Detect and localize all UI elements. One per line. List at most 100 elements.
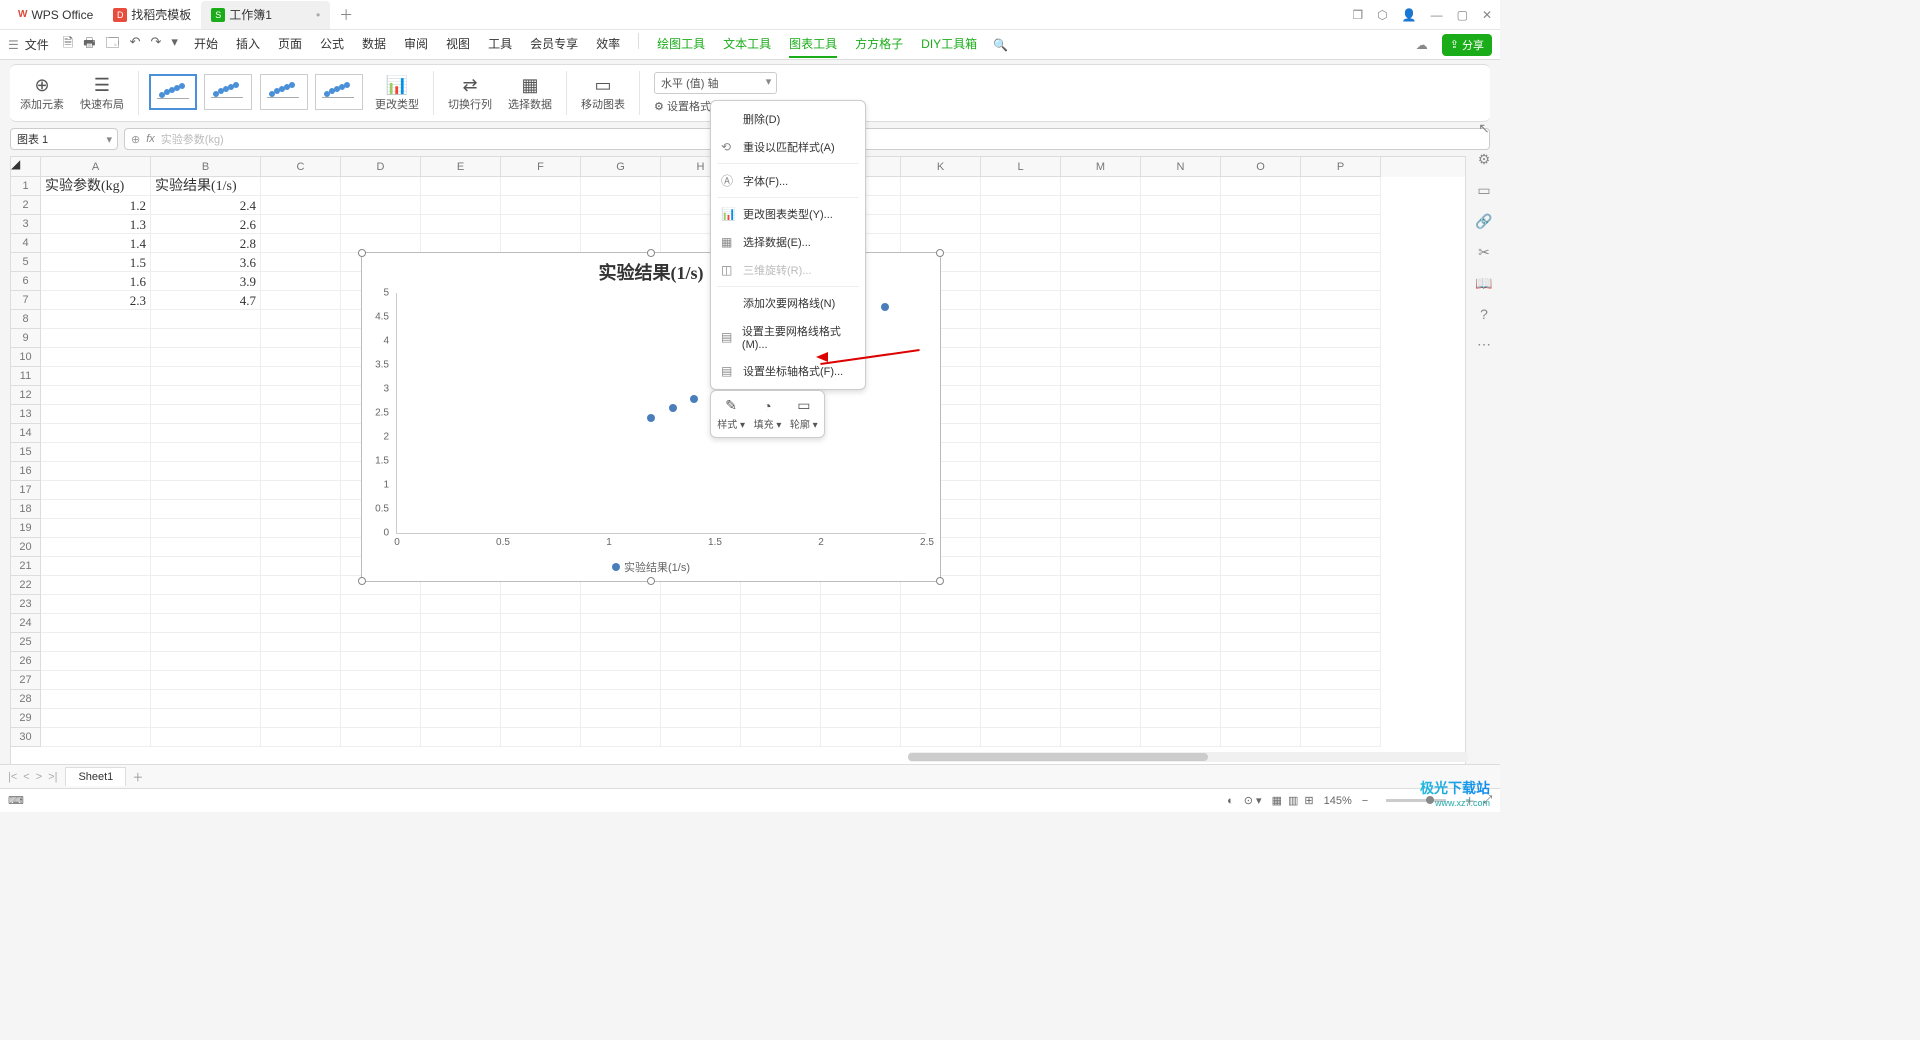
cell[interactable]	[1301, 709, 1381, 728]
cell[interactable]	[261, 329, 341, 348]
chevron-down-icon[interactable]: ▾	[171, 34, 178, 56]
resize-handle[interactable]	[647, 577, 655, 585]
cell[interactable]	[981, 633, 1061, 652]
cell[interactable]	[341, 671, 421, 690]
cell[interactable]	[151, 367, 261, 386]
row-header[interactable]: 6	[11, 272, 41, 291]
cell[interactable]: 2.8	[151, 234, 261, 253]
cell[interactable]	[901, 671, 981, 690]
cell[interactable]	[421, 177, 501, 196]
cell[interactable]	[1221, 633, 1301, 652]
cell[interactable]	[1061, 253, 1141, 272]
cell[interactable]	[151, 519, 261, 538]
h-scrollbar[interactable]	[908, 752, 1468, 762]
cell[interactable]	[1301, 519, 1381, 538]
ribbon-move-chart[interactable]: ▭移动图表	[575, 75, 631, 112]
cell[interactable]: 1.3	[41, 215, 151, 234]
view-normal-icon[interactable]: ▦	[1272, 794, 1282, 807]
cell[interactable]	[1301, 196, 1381, 215]
cell[interactable]	[1061, 329, 1141, 348]
menu-tab[interactable]: 会员专享	[530, 31, 578, 58]
cell[interactable]	[41, 310, 151, 329]
cell[interactable]: 4.7	[151, 291, 261, 310]
cell[interactable]	[1141, 253, 1221, 272]
cursor-icon[interactable]: ↖	[1478, 120, 1490, 137]
cell[interactable]	[151, 652, 261, 671]
cell[interactable]: 3.6	[151, 253, 261, 272]
col-header[interactable]: N	[1141, 157, 1221, 177]
close-icon[interactable]: ✕	[1482, 8, 1492, 22]
row-header[interactable]: 25	[11, 633, 41, 652]
cell[interactable]	[501, 709, 581, 728]
new-icon[interactable]: 🗎	[63, 34, 73, 56]
row-header[interactable]: 17	[11, 481, 41, 500]
cell[interactable]	[1141, 177, 1221, 196]
zoom-level[interactable]: 145%	[1324, 795, 1352, 807]
cell[interactable]	[581, 196, 661, 215]
cell[interactable]	[981, 728, 1061, 747]
more-icon[interactable]: ⋯	[1477, 336, 1491, 353]
row-header[interactable]: 11	[11, 367, 41, 386]
cell[interactable]	[41, 595, 151, 614]
cell[interactable]	[261, 633, 341, 652]
cell[interactable]	[1221, 424, 1301, 443]
cell[interactable]	[1301, 405, 1381, 424]
cell[interactable]	[501, 671, 581, 690]
cell[interactable]	[901, 177, 981, 196]
cell[interactable]	[1141, 500, 1221, 519]
cell[interactable]	[661, 690, 741, 709]
cell[interactable]	[981, 215, 1061, 234]
cell[interactable]	[341, 234, 421, 253]
cell[interactable]	[1141, 367, 1221, 386]
cell[interactable]: 实验结果(1/s)	[151, 177, 261, 196]
cell[interactable]	[261, 215, 341, 234]
cell[interactable]	[981, 291, 1061, 310]
cell[interactable]	[981, 424, 1061, 443]
cell[interactable]	[1061, 272, 1141, 291]
mini-样式[interactable]: ✎样式 ▾	[717, 397, 745, 431]
col-header[interactable]: A	[41, 157, 151, 177]
expand-icon[interactable]: ⊕	[131, 133, 140, 146]
menu-file[interactable]: 文件	[25, 36, 49, 53]
cell[interactable]	[421, 196, 501, 215]
menu-tab[interactable]: 图表工具	[789, 31, 837, 58]
menu-tab[interactable]: 效率	[596, 31, 620, 58]
cell[interactable]	[901, 215, 981, 234]
cell[interactable]	[41, 614, 151, 633]
scissors-icon[interactable]: ✂	[1478, 244, 1490, 261]
cell[interactable]	[341, 652, 421, 671]
cell[interactable]	[581, 652, 661, 671]
panel-icon[interactable]: ▭	[1477, 182, 1490, 199]
cell[interactable]	[981, 652, 1061, 671]
row-header[interactable]: 8	[11, 310, 41, 329]
cell[interactable]	[661, 633, 741, 652]
cell[interactable]	[1061, 576, 1141, 595]
cell[interactable]	[421, 728, 501, 747]
cell[interactable]	[1221, 386, 1301, 405]
cell[interactable]	[261, 595, 341, 614]
cell[interactable]	[981, 272, 1061, 291]
cell[interactable]: 1.4	[41, 234, 151, 253]
cell[interactable]	[901, 614, 981, 633]
row-header[interactable]: 15	[11, 443, 41, 462]
row-header[interactable]: 5	[11, 253, 41, 272]
cell[interactable]	[1141, 462, 1221, 481]
cell[interactable]	[981, 405, 1061, 424]
menu-tab[interactable]: 绘图工具	[657, 31, 705, 58]
ribbon-switch-rc[interactable]: ⇄切换行列	[442, 75, 498, 112]
cell[interactable]	[661, 614, 741, 633]
cell[interactable]	[1061, 215, 1141, 234]
context-menu-item[interactable]: ▤设置坐标轴格式(F)...	[711, 357, 865, 385]
cell[interactable]	[1301, 614, 1381, 633]
cell[interactable]: 实验参数(kg)	[41, 177, 151, 196]
cell[interactable]	[981, 253, 1061, 272]
cell[interactable]: 3.9	[151, 272, 261, 291]
cell[interactable]	[151, 595, 261, 614]
cell[interactable]	[501, 595, 581, 614]
context-menu-item[interactable]: 添加次要网格线(N)	[711, 289, 865, 317]
maximize-icon[interactable]: ▢	[1457, 8, 1468, 22]
cell[interactable]	[341, 728, 421, 747]
cell[interactable]	[261, 424, 341, 443]
view-page-icon[interactable]: ▥	[1288, 794, 1298, 807]
cell[interactable]: 1.6	[41, 272, 151, 291]
